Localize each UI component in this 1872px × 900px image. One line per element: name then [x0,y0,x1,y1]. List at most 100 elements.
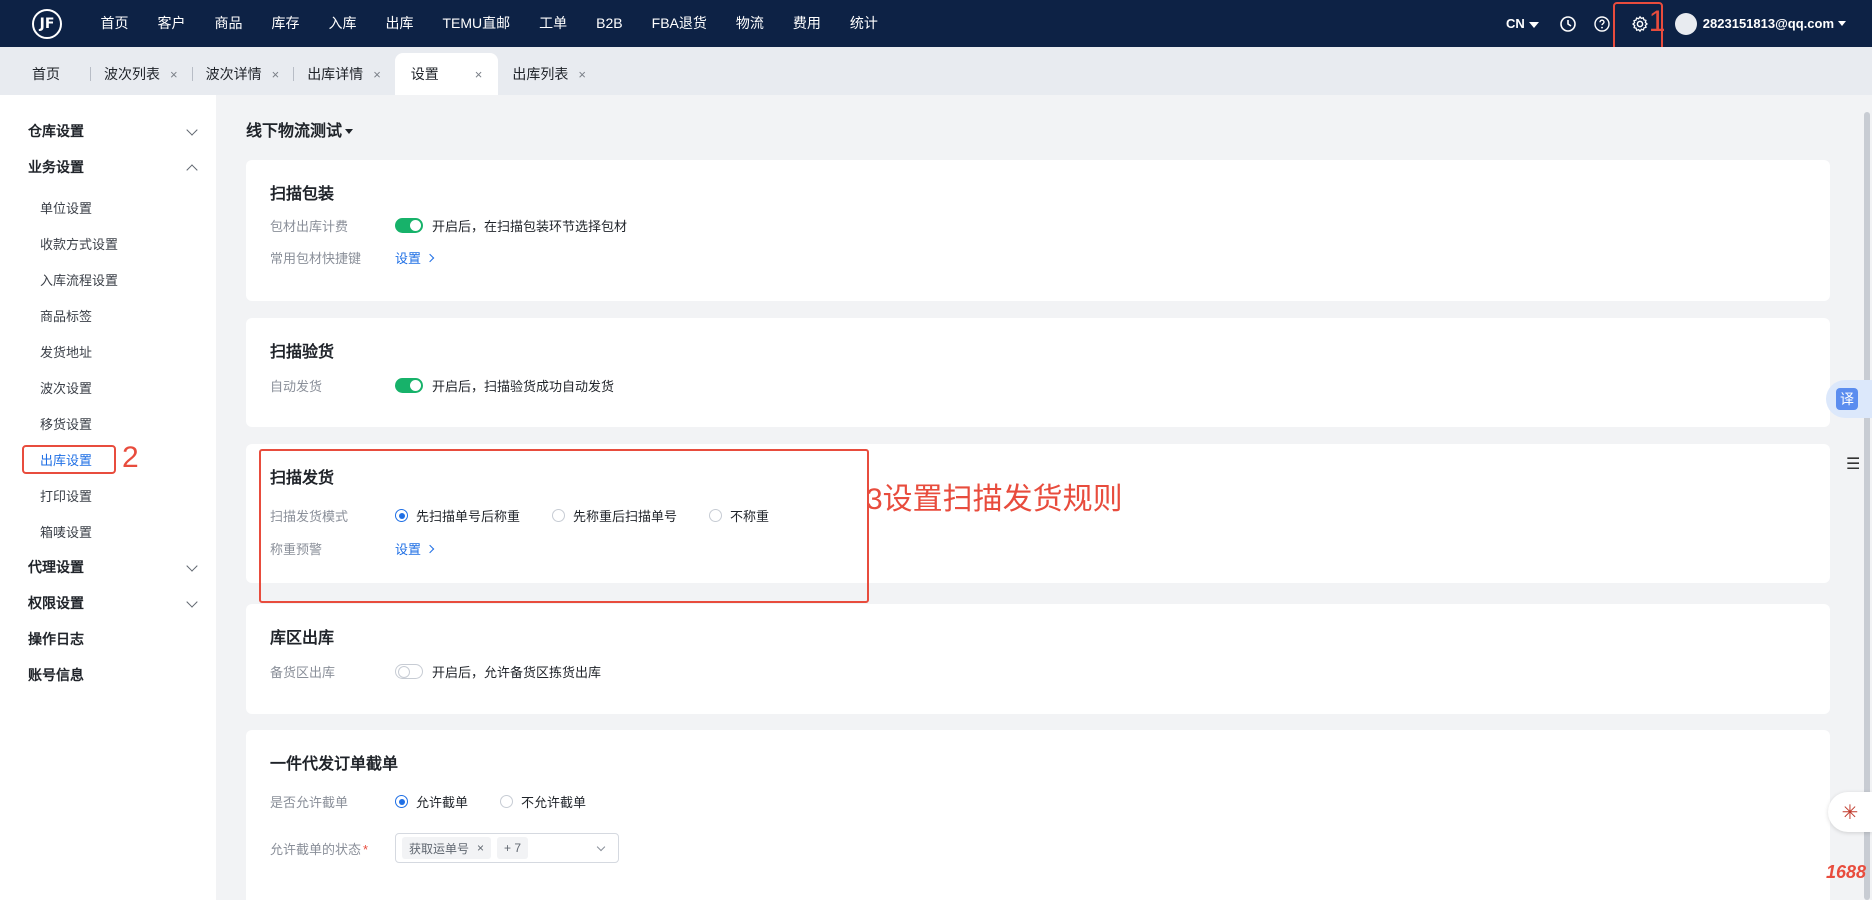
tab-wave-list[interactable]: 波次列表 × [90,53,192,95]
sidebar-group-label: 账号信息 [28,667,84,683]
toggle-switch[interactable] [395,664,423,679]
sidebar-item-unit[interactable]: 单位设置 [0,189,216,225]
tab-wave-detail[interactable]: 波次详情 × [191,53,294,95]
sidebar-item-ship-address[interactable]: 发货地址 [0,333,216,369]
toggle-switch[interactable] [395,378,423,393]
card-dropship-intercept: 一件代发订单截单 是否允许截单 允许截单 不允许截单 允许截单的状态 * 获取运单… [246,730,1830,900]
nav-item-customer[interactable]: 客户 [143,0,200,47]
sidebar: 仓库设置 业务设置 单位设置 收款方式设置 入库流程设置 商品标签 发货地址 波… [0,95,216,900]
sidebar-group-label: 操作日志 [28,631,84,647]
tab-label: 出库详情 [307,66,364,82]
tab-home[interactable]: 首页 [0,53,90,95]
nav-item-workorder[interactable]: 工单 [525,0,582,47]
setting-desc: 开启后，扫描验货成功自动发货 [432,379,615,394]
assistant-button[interactable]: ✳ [1828,792,1872,832]
setting-label: 是否允许截单 [270,795,349,810]
sidebar-item-wave[interactable]: 波次设置 [0,369,216,405]
tab-settings[interactable]: 设置 × [394,53,499,95]
settings-button[interactable]: 1 [1612,0,1665,55]
annotation-number-1: 1 [1648,5,1666,38]
sidebar-item-print[interactable]: 打印设置 [0,477,216,513]
sidebar-item-payment[interactable]: 收款方式设置 [0,225,216,261]
chevron-down-icon [186,596,198,608]
status-multiselect[interactable]: 获取运单号 × + 7 [395,833,619,863]
radio-dot [395,795,408,808]
toggle-switch[interactable] [395,218,423,233]
tag-label: 获取运单号 [409,841,470,856]
nav-item-inbound[interactable]: 入库 [314,0,371,47]
link-label: 设置 [395,251,422,266]
section-title: 扫描验货 [270,344,335,361]
nav-item-inventory[interactable]: 库存 [257,0,314,47]
chevron-up-icon [186,164,198,176]
sidebar-group-business[interactable]: 业务设置 [0,149,216,185]
tab-label: 设置 [410,66,439,82]
setting-row: 是否允许截单 允许截单 不允许截单 [270,792,1770,811]
sidebar-item-carton-mark[interactable]: 箱唛设置 [0,513,216,549]
section-title: 一件代发订单截单 [270,756,399,773]
setting-label: 允许截单的状态 * [270,839,395,858]
sidebar-item-outbound[interactable]: 出库设置 2 [0,441,216,477]
caret-down-icon [1528,21,1539,28]
annotation-label-3: 3设置扫描发货规则 [866,483,1123,516]
close-icon[interactable]: × [170,67,178,82]
sidebar-group-permission[interactable]: 权限设置 [0,585,216,621]
radio-label: 允许截单 [416,795,469,810]
user-email: 2823151813@qq.com [1702,16,1834,31]
close-icon[interactable]: × [373,67,381,82]
logo-text: JF [39,15,55,32]
sidebar-item-product-label[interactable]: 商品标签 [0,297,216,333]
nav-item-fba-return[interactable]: FBA退货 [637,0,721,47]
sidebar-group-agent[interactable]: 代理设置 [0,549,216,585]
help-icon[interactable] [1593,15,1611,33]
nav-item-fees[interactable]: 费用 [778,0,835,47]
setting-desc: 开启后，在扫描包装环节选择包材 [432,219,628,234]
sidebar-group-label: 代理设置 [28,559,84,575]
close-icon[interactable]: × [272,67,280,82]
nav-item-product[interactable]: 商品 [200,0,257,47]
main-nav: 首页 客户 商品 库存 入库 出库 TEMU直邮 工单 B2B FBA退货 物流… [86,0,892,47]
nav-item-outbound[interactable]: 出库 [371,0,428,47]
scrollbar[interactable] [1864,112,1870,900]
tab-outbound-detail[interactable]: 出库详情 × [293,53,395,95]
nav-item-stats[interactable]: 统计 [835,0,892,47]
section-title: 扫描包装 [270,186,335,203]
nav-item-logistics[interactable]: 物流 [721,0,778,47]
translate-button[interactable]: 译 [1826,380,1872,418]
select-tag: 获取运单号 × [402,837,492,859]
card-zone-outbound: 库区出库 备货区出库 开启后，允许备货区拣货出库 [246,604,1830,714]
tab-outbound-list[interactable]: 出库列表 × [498,53,600,95]
sidebar-item-move[interactable]: 移货设置 [0,405,216,441]
tab-label: 波次列表 [104,66,160,82]
tab-label: 波次详情 [205,66,262,82]
setting-label: 常用包材快捷键 [270,251,362,266]
card-scan-inspect: 扫描验货 自动发货 开启后，扫描验货成功自动发货 [246,318,1830,427]
annotation-box-3 [259,449,869,603]
tab-label: 出库列表 [512,66,569,82]
more-count-tag: + 7 [497,837,529,859]
avatar [1674,12,1697,35]
clock-icon[interactable] [1559,15,1577,33]
sidebar-item-oplog[interactable]: 操作日志 [0,621,216,657]
annotation-box-2 [22,445,116,474]
radio-allow-intercept[interactable]: 允许截单 [395,792,468,811]
chevron-right-icon [425,253,435,262]
nav-item-b2b[interactable]: B2B [582,0,637,47]
nav-item-temu[interactable]: TEMU直邮 [428,0,525,47]
nav-item-home[interactable]: 首页 [86,0,143,47]
sidebar-item-account[interactable]: 账号信息 [0,657,216,693]
sidebar-group-warehouse[interactable]: 仓库设置 [0,113,216,149]
setting-row: 常用包材快捷键 设置 [270,248,1770,267]
radio-disallow-intercept[interactable]: 不允许截单 [500,792,586,811]
brand-1688-icon[interactable]: 1688 [1826,862,1866,883]
language-switch[interactable]: CN [1506,16,1539,31]
close-icon[interactable]: × [578,67,586,82]
page-title-dropdown[interactable]: 线下物流测试 [246,117,354,141]
close-icon[interactable]: × [477,841,484,855]
app-logo[interactable]: JF [32,8,62,39]
menu-search-icon[interactable]: ☰ [1846,454,1868,476]
user-menu[interactable]: 2823151813@qq.com [1674,12,1846,35]
close-icon[interactable]: × [475,67,483,82]
settings-link[interactable]: 设置 [395,248,435,267]
sidebar-item-inbound-flow[interactable]: 入库流程设置 [0,261,216,297]
